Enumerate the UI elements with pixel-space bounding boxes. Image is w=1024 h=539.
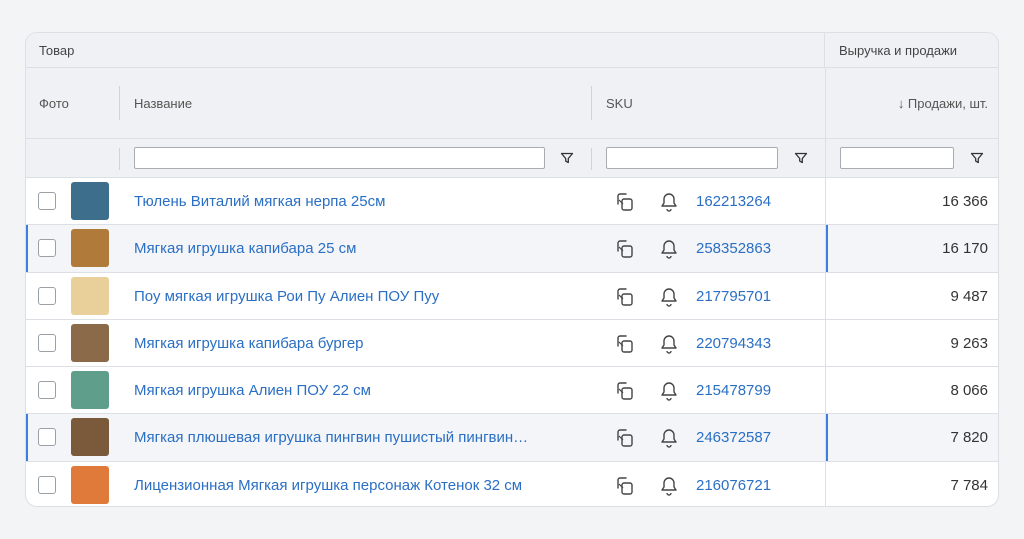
- col-divider: [825, 225, 826, 272]
- sku-link[interactable]: 216076721: [696, 462, 771, 506]
- row-highlight-marker: [826, 414, 828, 461]
- product-thumbnail[interactable]: [71, 371, 109, 410]
- product-thumbnail[interactable]: [71, 418, 109, 457]
- copy-icon[interactable]: [614, 475, 636, 497]
- row-highlight-marker: [26, 414, 28, 461]
- table-row[interactable]: Тюлень Виталий мягкая нерпа 25см 1622132…: [26, 178, 998, 226]
- row-highlight-marker: [826, 225, 828, 272]
- bell-icon[interactable]: [659, 380, 679, 402]
- bell-icon[interactable]: [659, 333, 679, 355]
- sales-value: 9 263: [950, 334, 988, 352]
- table-row[interactable]: Мягкая плюшевая игрушка пингвин пушистый…: [26, 414, 998, 462]
- bell-icon[interactable]: [659, 427, 679, 449]
- col-separator[interactable]: [591, 86, 592, 120]
- sku-link[interactable]: 217795701: [696, 273, 771, 320]
- group-revenue: Выручка и продажи: [839, 43, 958, 58]
- filter-row: [26, 139, 998, 178]
- col-divider: [825, 139, 826, 178]
- product-name-link[interactable]: Мягкая плюшевая игрушка пингвин пушистый…: [134, 414, 604, 461]
- bell-icon[interactable]: [659, 475, 679, 497]
- col-divider: [825, 178, 826, 225]
- col-divider: [825, 414, 826, 461]
- product-name-link[interactable]: Мягкая игрушка Алиен ПОУ 22 см: [134, 367, 604, 414]
- col-divider: [825, 367, 826, 414]
- group-product: Товар: [26, 33, 825, 68]
- product-thumbnail[interactable]: [71, 276, 109, 315]
- filter-separator: [119, 148, 120, 170]
- sales-value: 9 487: [950, 287, 988, 305]
- table-row[interactable]: Мягкая игрушка капибара бургер 220794343…: [26, 319, 998, 368]
- row-checkbox[interactable]: [38, 381, 56, 400]
- col-separator[interactable]: [119, 86, 120, 120]
- bell-icon[interactable]: [659, 238, 679, 260]
- product-thumbnail[interactable]: [71, 323, 109, 362]
- row-checkbox[interactable]: [38, 475, 56, 494]
- sales-table: Товар Выручка и продажи Фото Название SK…: [25, 32, 999, 507]
- sales-value: 8 066: [950, 382, 988, 400]
- bell-icon[interactable]: [659, 191, 679, 213]
- sales-value: 7 820: [950, 429, 988, 447]
- copy-icon[interactable]: [614, 427, 636, 449]
- copy-icon[interactable]: [614, 380, 636, 402]
- sku-filter-input[interactable]: [606, 147, 778, 169]
- sales-value: 16 170: [942, 240, 988, 258]
- sales-filter-input[interactable]: [840, 147, 954, 169]
- product-thumbnail[interactable]: [71, 229, 109, 268]
- copy-icon[interactable]: [614, 238, 636, 260]
- table-body: Тюлень Виталий мягкая нерпа 25см 1622132…: [26, 178, 998, 506]
- filter-icon[interactable]: [794, 151, 808, 165]
- sku-link[interactable]: 220794343: [696, 320, 771, 367]
- filter-icon[interactable]: [970, 151, 984, 165]
- product-name-link[interactable]: Поу мягкая игрушка Рои Пу Алиен ПОУ Пуу: [134, 273, 604, 320]
- col-divider: [825, 68, 826, 139]
- col-photo-header[interactable]: Фото: [39, 68, 69, 139]
- product-name-link[interactable]: Лицензионная Мягкая игрушка персонаж Кот…: [134, 462, 604, 506]
- sales-value: 7 784: [950, 476, 988, 494]
- name-filter-input[interactable]: [134, 147, 545, 169]
- product-thumbnail[interactable]: [71, 465, 109, 504]
- sku-link[interactable]: 215478799: [696, 367, 771, 414]
- table-row[interactable]: Мягкая игрушка Алиен ПОУ 22 см 215478799…: [26, 367, 998, 415]
- copy-icon[interactable]: [614, 191, 636, 213]
- product-name-link[interactable]: Мягкая игрушка капибара бургер: [134, 320, 604, 367]
- sku-link[interactable]: 258352863: [696, 225, 771, 272]
- group-header-row: Товар Выручка и продажи: [26, 33, 998, 68]
- filter-separator: [591, 148, 592, 170]
- col-divider: [825, 319, 826, 367]
- row-highlight-marker: [26, 225, 28, 272]
- product-name-link[interactable]: Мягкая игрушка капибара 25 см: [134, 225, 604, 272]
- sku-link[interactable]: 246372587: [696, 414, 771, 461]
- table-row[interactable]: Мягкая игрушка капибара 25 см 258352863 …: [26, 225, 998, 273]
- copy-icon[interactable]: [614, 286, 636, 308]
- column-header-row: Фото Название SKU ↓ Продажи, шт.: [26, 68, 998, 139]
- row-checkbox[interactable]: [38, 333, 56, 352]
- col-divider: [825, 461, 826, 506]
- row-checkbox[interactable]: [38, 192, 56, 210]
- row-checkbox[interactable]: [38, 286, 56, 305]
- table-row[interactable]: Поу мягкая игрушка Рои Пу Алиен ПОУ Пуу …: [26, 272, 998, 320]
- col-name-header[interactable]: Название: [134, 68, 192, 139]
- col-sales-header[interactable]: ↓ Продажи, шт.: [898, 68, 988, 139]
- product-thumbnail[interactable]: [71, 182, 109, 220]
- product-name-link[interactable]: Тюлень Виталий мягкая нерпа 25см: [134, 178, 604, 225]
- sku-link[interactable]: 162213264: [696, 178, 771, 225]
- col-divider: [825, 272, 826, 319]
- row-checkbox[interactable]: [38, 428, 56, 447]
- sales-value: 16 366: [942, 193, 988, 210]
- table-row[interactable]: Лицензионная Мягкая игрушка персонаж Кот…: [26, 461, 998, 506]
- copy-icon[interactable]: [614, 333, 636, 355]
- col-sku-header[interactable]: SKU: [606, 68, 633, 139]
- row-checkbox[interactable]: [38, 239, 56, 258]
- filter-icon[interactable]: [560, 151, 574, 165]
- bell-icon[interactable]: [659, 286, 679, 308]
